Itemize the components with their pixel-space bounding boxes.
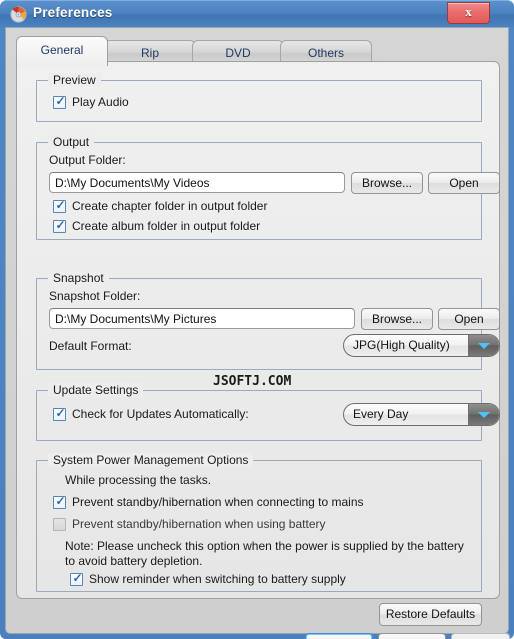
tab-dvd-label: DVD [225, 46, 251, 60]
snapshot-folder-input[interactable] [49, 308, 355, 329]
power-note-text: Note: Please uncheck this option when th… [65, 539, 464, 568]
checkbox-play-audio-label: Play Audio [72, 95, 129, 109]
check-icon: ✓ [72, 571, 83, 585]
chevron-down-icon[interactable] [468, 335, 499, 356]
disc-icon [10, 6, 27, 23]
chevron-down-icon[interactable] [468, 404, 499, 425]
tab-others-label: Others [307, 46, 344, 60]
output-browse-button[interactable]: Browse... [351, 172, 423, 194]
output-folder-label: Output Folder: [49, 153, 126, 167]
tab-strip: General Rip DVD Others [16, 36, 500, 66]
checkbox-create-album-folder[interactable]: ✓ [53, 218, 66, 233]
group-preview-legend: Preview [48, 73, 101, 87]
checkbox-show-reminder-label: Show reminder when switching to battery … [89, 572, 346, 586]
checkbox-check-updates-label: Check for Updates Automatically: [72, 407, 249, 421]
group-preview: Preview ✓ Play Audio [36, 73, 482, 122]
check-icon: ✓ [55, 494, 66, 508]
preferences-window: Preferences x General Rip DVD Others Pre… [0, 0, 514, 639]
tab-page-general: Preview ✓ Play Audio Output Output Folde… [16, 61, 500, 626]
output-open-label: Open [449, 176, 479, 190]
snapshot-open-button[interactable]: Open [438, 308, 500, 330]
group-output-legend: Output [48, 135, 95, 149]
tab-general-label: General [40, 43, 84, 57]
ok-button[interactable]: OK [305, 633, 373, 639]
default-format-value: JPG(High Quality) [353, 338, 450, 352]
dialog-button-bar: OK Cancel Apply [11, 628, 514, 639]
checkbox-prevent-standby-mains-label: Prevent standby/hibernation when connect… [72, 495, 364, 509]
snapshot-browse-button[interactable]: Browse... [361, 308, 433, 330]
update-frequency-value: Every Day [353, 407, 409, 421]
title-bar: Preferences x [0, 0, 514, 28]
check-icon: ✓ [55, 94, 66, 108]
checkbox-prevent-standby-battery[interactable] [53, 518, 66, 531]
default-format-label: Default Format: [49, 339, 132, 353]
cancel-button[interactable]: Cancel [378, 633, 446, 639]
check-icon: ✓ [55, 406, 66, 420]
checkbox-prevent-standby-battery-label: Prevent standby/hibernation when using b… [72, 517, 326, 531]
snapshot-open-label: Open [454, 312, 484, 326]
update-frequency-combo[interactable]: Every Day [343, 403, 500, 426]
output-browse-label: Browse... [361, 176, 412, 190]
check-icon: ✓ [55, 198, 66, 212]
group-update-settings: Update Settings ✓ Check for Updates Auto… [36, 383, 500, 441]
checkbox-create-chapter-folder[interactable]: ✓ [53, 198, 66, 213]
close-button[interactable]: x [447, 2, 490, 24]
group-output: Output Output Folder: Browse... Open ✓ C… [36, 135, 500, 240]
checkbox-check-updates[interactable]: ✓ [53, 406, 66, 421]
close-icon: x [465, 4, 472, 19]
group-power-management: System Power Management Options While pr… [36, 453, 482, 592]
apply-button: Apply [451, 633, 510, 639]
output-folder-input[interactable] [49, 172, 345, 193]
group-snapshot: Snapshot Snapshot Folder: Browse... Open… [36, 271, 500, 370]
group-snapshot-legend: Snapshot [48, 271, 109, 285]
checkbox-create-album-folder-label: Create album folder in output folder [72, 219, 261, 233]
group-update-legend: Update Settings [48, 383, 144, 397]
tab-general[interactable]: General [16, 36, 108, 66]
restore-defaults-label: Restore Defaults [385, 607, 476, 621]
checkbox-play-audio[interactable]: ✓ [53, 94, 66, 109]
checkbox-show-reminder[interactable]: ✓ [70, 571, 83, 586]
checkbox-create-chapter-folder-label: Create chapter folder in output folder [72, 199, 268, 213]
tab-rip-label: Rip [140, 46, 159, 60]
group-power-legend: System Power Management Options [48, 453, 254, 467]
restore-defaults-button[interactable]: Restore Defaults [379, 603, 482, 626]
default-format-combo[interactable]: JPG(High Quality) [343, 334, 500, 357]
snapshot-folder-label: Snapshot Folder: [49, 289, 141, 303]
power-intro-text: While processing the tasks. [65, 473, 212, 487]
watermark-text: JSOFTJ.COM [213, 374, 292, 389]
window-title: Preferences [33, 5, 113, 20]
dialog-body: General Rip DVD Others Preview ✓ Play Au… [5, 27, 510, 639]
output-open-button[interactable]: Open [428, 172, 500, 194]
check-icon: ✓ [55, 218, 66, 232]
snapshot-browse-label: Browse... [371, 312, 422, 326]
checkbox-prevent-standby-mains[interactable]: ✓ [53, 494, 66, 509]
